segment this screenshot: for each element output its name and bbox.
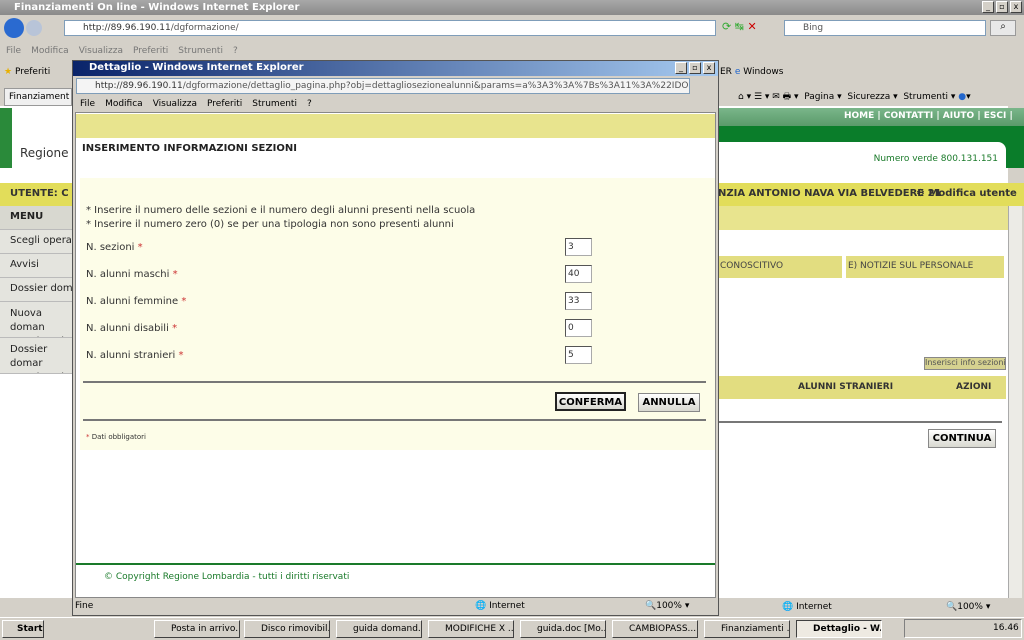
- menu-item[interactable]: Scegli operat: [0, 230, 72, 254]
- popup-minimize-button[interactable]: _: [675, 62, 687, 74]
- taskbar-item[interactable]: Disco rimovibil...: [244, 620, 330, 638]
- menu-file[interactable]: File: [80, 99, 95, 109]
- forward-icon[interactable]: [26, 20, 42, 36]
- disabili-input[interactable]: 0: [565, 319, 592, 337]
- menu-item[interactable]: Dossier domar autorizzazione: [0, 338, 72, 374]
- command-bar[interactable]: ⌂ ▾ ☰ ▾ ✉ 🖶 ▾ Pagina ▾ Sicurezza ▾ Strum…: [738, 89, 971, 105]
- logo-bar: [0, 108, 12, 168]
- search-icon[interactable]: ⌕: [990, 20, 1016, 36]
- window-title: Finanziamenti On line - Windows Internet…: [14, 2, 300, 13]
- main-title-bar: Finanziamenti On line - Windows Internet…: [0, 0, 1024, 15]
- divider: [83, 381, 706, 383]
- start-button[interactable]: Start: [2, 620, 44, 638]
- phone-number: Numero verde 800.131.151: [718, 142, 1006, 168]
- required-note: * Dati obbligatori: [86, 433, 146, 441]
- copyright: © Copyright Regione Lombardia - tutti i …: [104, 572, 350, 582]
- popup-maximize-button[interactable]: ▫: [689, 62, 701, 74]
- sezioni-input[interactable]: 3: [565, 238, 592, 256]
- menu-item[interactable]: Avvisi: [0, 254, 72, 278]
- divider: [718, 421, 1002, 423]
- menu-title: MENU: [0, 206, 72, 230]
- popup-address-bar[interactable]: http://89.96.190.11/dgformazione/dettagl…: [76, 78, 690, 94]
- link-contatti[interactable]: CONTATTI: [884, 111, 933, 121]
- link-aiuto[interactable]: AIUTO: [943, 111, 974, 121]
- left-menu: MENU Scegli operat Avvisi Dossier domar …: [0, 206, 72, 374]
- main-status-bar: 🌐 Internet 🔍100% ▾: [720, 600, 1024, 615]
- taskbar-item[interactable]: guida.doc [Mo...: [520, 620, 606, 638]
- taskbar-item[interactable]: MODIFICHE X ...: [428, 620, 514, 638]
- menu-visualizza[interactable]: Visualizza: [79, 46, 123, 56]
- main-scrollbar[interactable]: [1008, 206, 1022, 598]
- menu-preferiti[interactable]: Preferiti: [207, 99, 242, 109]
- popup-title-bar: Dettaglio - Windows Internet Explorer: [73, 61, 718, 76]
- menu-modifica[interactable]: Modifica: [31, 46, 69, 56]
- menu-visualizza[interactable]: Visualizza: [153, 99, 197, 109]
- browser-tab[interactable]: Finanziament: [4, 88, 72, 106]
- taskbar-item[interactable]: guida domand...: [336, 620, 422, 638]
- link-home[interactable]: HOME: [844, 111, 874, 121]
- top-links: HOME | CONTATTI | AIUTO | ESCI |: [718, 108, 1024, 126]
- maschi-input[interactable]: 40: [565, 265, 592, 283]
- favorites-link[interactable]: ER e Windows: [720, 67, 783, 77]
- refresh-stop-icons[interactable]: ⟳ ↹ ✕: [722, 20, 780, 36]
- menu-help[interactable]: ?: [233, 46, 238, 56]
- system-tray: 16.46: [904, 619, 1022, 638]
- menu-item[interactable]: Nuova doman autorizzazione: [0, 302, 72, 338]
- menu-item[interactable]: Dossier domar: [0, 278, 72, 302]
- clock: 16.46: [993, 623, 1019, 633]
- label-disabili: N. alunni disabili *: [86, 323, 178, 334]
- tab-notizie-personale[interactable]: E) NOTIZIE SUL PERSONALE: [846, 256, 1004, 278]
- popup-band: [76, 114, 715, 138]
- label-sezioni: N. sezioni *: [86, 242, 143, 253]
- form-notes: * Inserire il numero delle sezioni e il …: [86, 205, 476, 230]
- divider: [83, 419, 706, 421]
- menu-strumenti[interactable]: Strumenti: [178, 46, 223, 56]
- taskbar-item-active[interactable]: Dettaglio - W...: [796, 620, 882, 638]
- menu-help[interactable]: ?: [307, 99, 312, 109]
- popup-close-button[interactable]: x: [703, 62, 715, 74]
- taskbar-item[interactable]: Finanziamenti ...: [704, 620, 790, 638]
- favorites-button[interactable]: ★ Preferiti: [4, 67, 50, 77]
- popup-menu-bar: File Modifica Visualizza Preferiti Strumenti…: [80, 98, 322, 109]
- link-esci[interactable]: ESCI: [984, 111, 1007, 121]
- menu-strumenti[interactable]: Strumenti: [252, 99, 297, 109]
- menu-modifica[interactable]: Modifica: [105, 99, 143, 109]
- continue-button[interactable]: CONTINUA: [928, 429, 996, 448]
- label-femmine: N. alunni femmine *: [86, 296, 187, 307]
- modify-user-link[interactable]: ⚙ Modifica utente: [916, 188, 1017, 199]
- label-maschi: N. alunni maschi *: [86, 269, 178, 280]
- tab-conoscitivo[interactable]: CONOSCITIVO: [718, 256, 842, 278]
- taskbar-item[interactable]: CAMBIOPASS...: [612, 620, 698, 638]
- femmine-input[interactable]: 33: [565, 292, 592, 310]
- label-stranieri: N. alunni stranieri *: [86, 350, 184, 361]
- address-bar[interactable]: http://89.96.190.11/dgformazione/: [64, 20, 716, 36]
- cancel-button[interactable]: ANNULLA: [638, 393, 700, 412]
- confirm-button[interactable]: CONFERMA: [555, 392, 626, 411]
- menu-preferiti[interactable]: Preferiti: [133, 46, 168, 56]
- minimize-button[interactable]: _: [982, 1, 994, 13]
- logo-text: Regione: [20, 146, 69, 160]
- menu-file[interactable]: File: [6, 46, 21, 56]
- taskbar-item[interactable]: Posta in arrivo...: [154, 620, 240, 638]
- table-header: ALUNNI STRANIERI AZIONI: [718, 376, 1006, 399]
- back-icon[interactable]: [4, 18, 24, 38]
- close-button[interactable]: x: [1010, 1, 1022, 13]
- maximize-button[interactable]: ▫: [996, 1, 1008, 13]
- footer-line: [76, 563, 715, 565]
- stranieri-input[interactable]: 5: [565, 346, 592, 364]
- form-heading: INSERIMENTO INFORMAZIONI SEZIONI: [82, 143, 297, 154]
- popup-status-bar: Fine 🌐 Internet 🔍100% ▾: [73, 599, 718, 614]
- main-menu-bar: File Modifica Visualizza Preferiti Strumenti…: [6, 45, 248, 56]
- section-band: [718, 206, 1008, 230]
- insert-info-button[interactable]: Inserisci info sezioni: [924, 357, 1006, 370]
- search-input[interactable]: Bing: [784, 20, 986, 36]
